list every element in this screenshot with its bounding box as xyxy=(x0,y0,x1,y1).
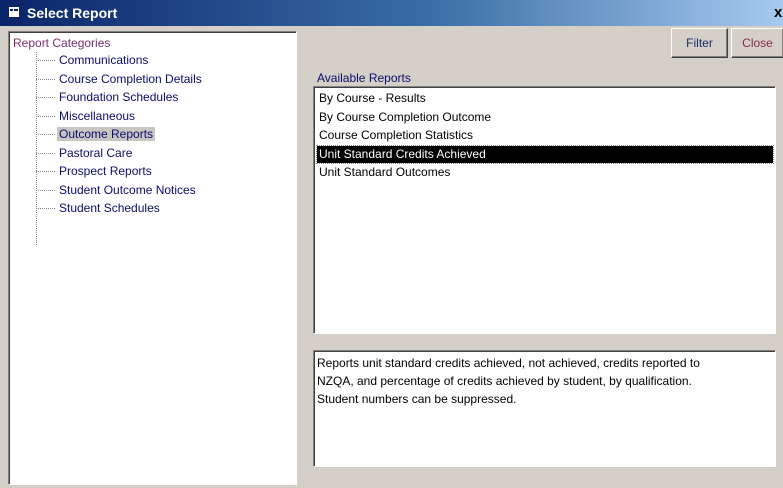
report-item-course-completion-statistics[interactable]: Course Completion Statistics xyxy=(317,127,773,144)
available-reports-list[interactable]: By Course - Results By Course Completion… xyxy=(313,86,776,334)
close-button[interactable]: Close xyxy=(731,28,783,58)
tree-connector-line xyxy=(36,52,37,245)
available-reports-label: Available Reports xyxy=(317,71,411,85)
report-item-by-course-completion-outcome[interactable]: By Course Completion Outcome xyxy=(317,109,773,126)
description-line: NZQA, and percentage of credits achieved… xyxy=(317,374,692,388)
form-icon xyxy=(8,6,20,19)
report-item-unit-standard-credits-achieved[interactable]: Unit Standard Credits Achieved xyxy=(316,144,774,164)
tree-item-label: Foundation Schedules xyxy=(59,90,179,104)
description-line: Reports unit standard credits achieved, … xyxy=(317,356,700,370)
tree-item-label: Miscellaneous xyxy=(59,108,136,123)
report-description-text: Reports unit standard credits achieved, … xyxy=(317,354,767,408)
category-tree[interactable]: Report Categories Communications Course … xyxy=(8,31,297,485)
description-line: Student numbers can be suppressed. xyxy=(317,392,517,406)
report-description-box: Reports unit standard credits achieved, … xyxy=(313,350,776,467)
tree-item-label: Course Completion Details xyxy=(59,71,202,86)
title-bar: Select Report x xyxy=(0,0,783,26)
tree-item-label: Student Outcome Notices xyxy=(59,182,196,197)
tree-item-label: Prospect Reports xyxy=(59,164,152,178)
report-item-unit-standard-outcomes[interactable]: Unit Standard Outcomes xyxy=(317,164,773,181)
filter-button[interactable]: Filter xyxy=(671,28,728,58)
tree-item-label: Outcome Reports xyxy=(57,127,156,141)
report-item-by-course-results[interactable]: By Course - Results xyxy=(317,90,773,107)
tree-root-label[interactable]: Report Categories xyxy=(13,36,110,50)
tree-item-label: Student Schedules xyxy=(59,201,160,215)
window-close-button[interactable]: x xyxy=(774,4,782,21)
window-title: Select Report xyxy=(27,5,118,21)
tree-item-label: Communications xyxy=(59,53,149,67)
tree-item-label: Pastoral Care xyxy=(59,145,133,160)
